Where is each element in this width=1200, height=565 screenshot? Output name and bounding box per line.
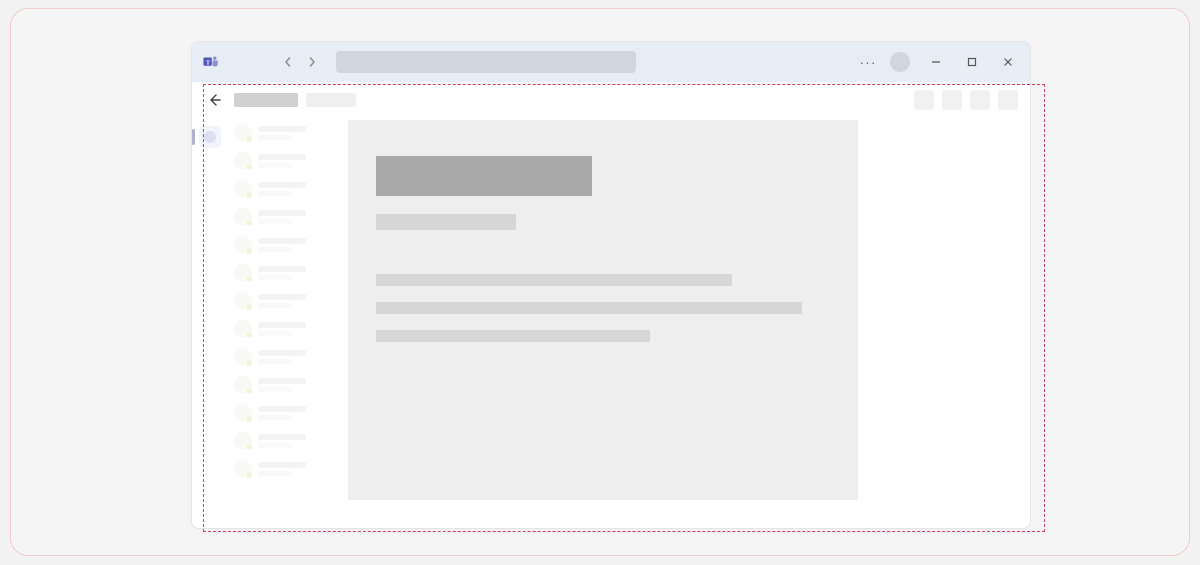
chat-name [258,462,306,468]
chat-preview [258,191,292,196]
avatar-icon [234,236,252,254]
illustration-frame: T ··· [10,8,1190,556]
tab-canvas [348,118,1030,528]
avatar-icon [234,376,252,394]
chat-preview [258,359,292,364]
avatar-icon [234,348,252,366]
app-rail [192,118,228,528]
profile-avatar-button[interactable] [890,52,910,72]
avatar-icon [234,432,252,450]
list-item[interactable] [234,404,342,422]
svg-text:T: T [206,59,211,66]
more-options-button[interactable]: ··· [858,54,878,70]
avatar-icon [234,152,252,170]
avatar-icon [234,404,252,422]
chat-name [258,126,306,132]
list-item[interactable] [234,180,342,198]
back-button[interactable] [204,89,226,111]
chat-preview [258,163,292,168]
rail-item-chat[interactable] [199,126,221,148]
chat-preview [258,387,292,392]
content-line [376,330,650,342]
title-bar: T ··· [192,42,1030,82]
toolbar-action-2[interactable] [942,90,962,110]
search-input[interactable] [336,51,636,73]
content-card [348,120,858,500]
chat-name [258,406,306,412]
list-item[interactable] [234,292,342,310]
teams-logo-icon: T [202,53,220,71]
chat-preview [258,219,292,224]
chat-name [258,378,306,384]
list-item[interactable] [234,208,342,226]
list-item[interactable] [234,236,342,254]
list-item[interactable] [234,376,342,394]
content-line [376,274,732,286]
chat-preview [258,471,292,476]
breadcrumb-secondary[interactable] [306,93,356,107]
nav-forward-button[interactable] [302,52,322,72]
list-item[interactable] [234,320,342,338]
chat-preview [258,415,292,420]
list-item[interactable] [234,152,342,170]
list-item[interactable] [234,460,342,478]
avatar-icon [234,208,252,226]
tab-toolbar [192,82,1030,118]
chat-preview [258,303,292,308]
chat-preview [258,331,292,336]
list-item[interactable] [234,348,342,366]
avatar-icon [234,292,252,310]
window-maximize-button[interactable] [958,48,986,76]
chat-icon [204,131,216,143]
avatar-icon [234,320,252,338]
chat-preview [258,247,292,252]
avatar-icon [234,264,252,282]
content-line [376,302,802,314]
chat-list [228,118,348,528]
toolbar-action-3[interactable] [970,90,990,110]
chat-preview [258,135,292,140]
chat-preview [258,443,292,448]
nav-back-button[interactable] [278,52,298,72]
teams-window: T ··· [191,41,1031,529]
chat-preview [258,275,292,280]
breadcrumb-primary[interactable] [234,93,298,107]
chat-name [258,154,306,160]
history-nav [278,52,322,72]
toolbar-action-1[interactable] [914,90,934,110]
chat-name [258,434,306,440]
app-body [192,118,1030,528]
avatar-icon [234,460,252,478]
chat-name [258,294,306,300]
chat-name [258,238,306,244]
avatar-icon [234,180,252,198]
list-item[interactable] [234,432,342,450]
list-item[interactable] [234,124,342,142]
window-close-button[interactable] [994,48,1022,76]
chat-name [258,322,306,328]
list-item[interactable] [234,264,342,282]
avatar-icon [234,124,252,142]
chat-name [258,350,306,356]
chat-name [258,210,306,216]
window-minimize-button[interactable] [922,48,950,76]
chat-name [258,182,306,188]
content-heading [376,156,592,196]
chat-name [258,266,306,272]
toolbar-action-4[interactable] [998,90,1018,110]
content-subheading [376,214,516,230]
